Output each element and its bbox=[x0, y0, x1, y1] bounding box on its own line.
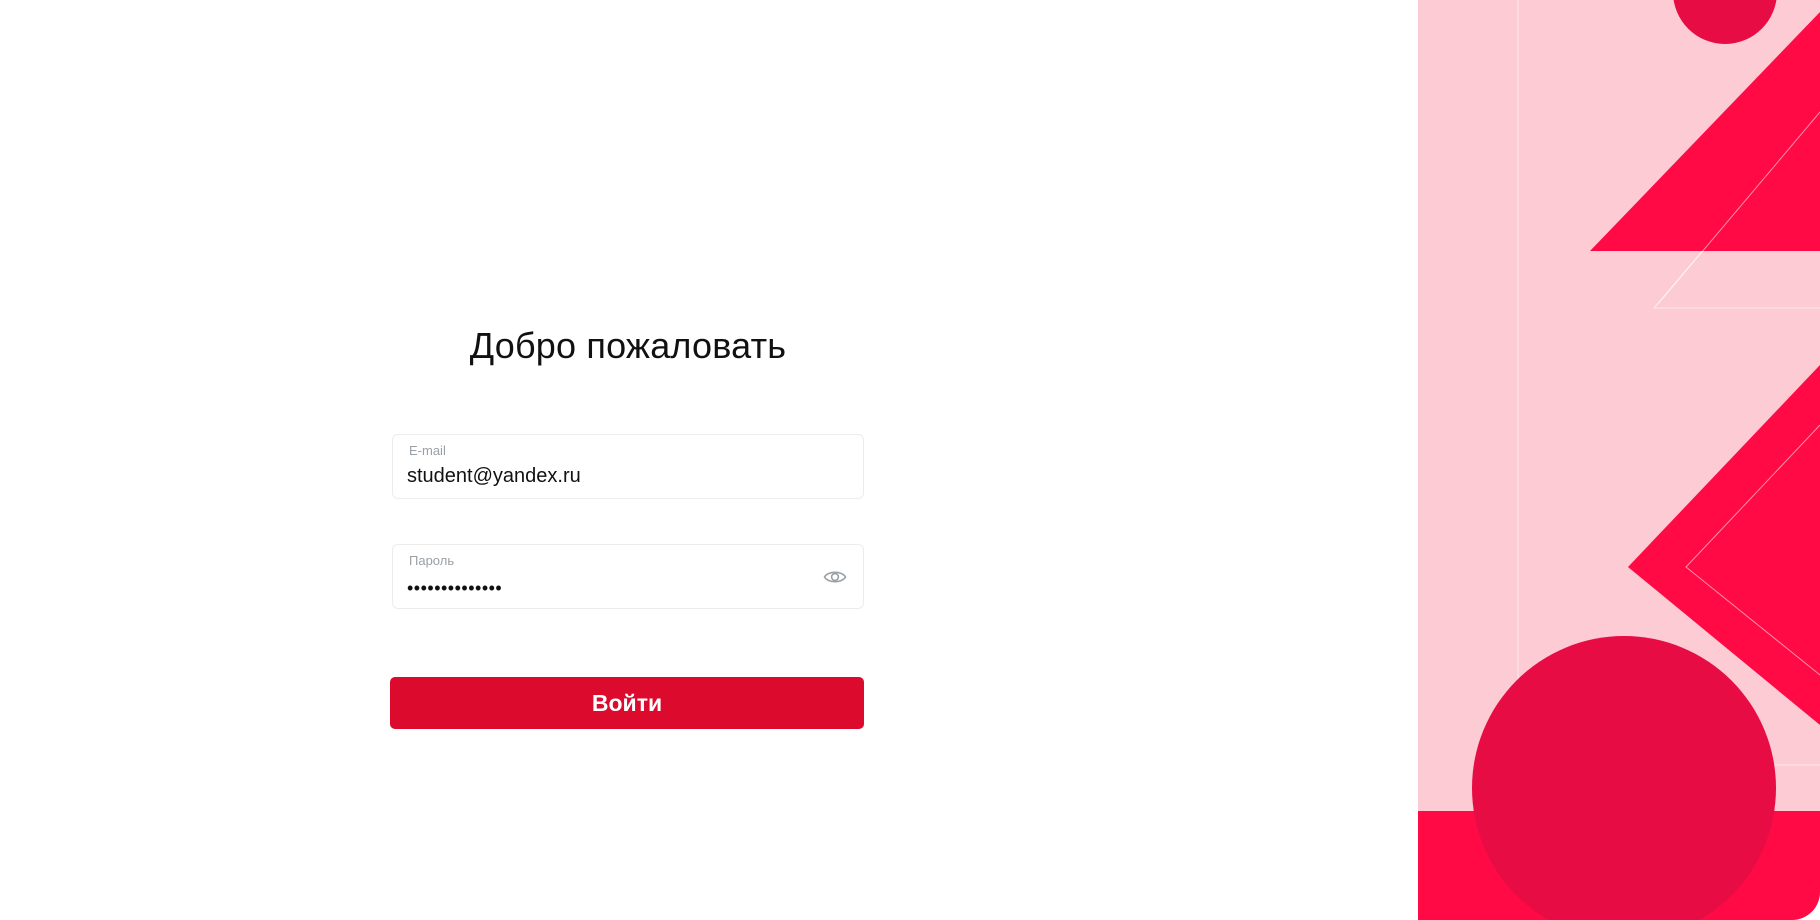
login-form-area: Добро пожаловать E-mail Пароль Войти bbox=[0, 0, 1418, 920]
decorative-panel bbox=[1418, 0, 1820, 920]
password-input[interactable] bbox=[407, 575, 787, 601]
password-label: Пароль bbox=[409, 553, 455, 568]
decorative-shapes bbox=[1418, 0, 1820, 920]
login-button[interactable]: Войти bbox=[390, 677, 864, 729]
email-label: E-mail bbox=[409, 443, 446, 458]
page-title: Добро пожаловать bbox=[469, 325, 787, 366]
deco-triangle-top bbox=[1590, 12, 1820, 251]
email-field[interactable]: E-mail bbox=[392, 434, 864, 499]
password-field[interactable]: Пароль bbox=[392, 544, 864, 609]
deco-circle-top bbox=[1673, 0, 1777, 44]
eye-icon[interactable] bbox=[823, 567, 847, 587]
email-input[interactable] bbox=[407, 463, 787, 489]
